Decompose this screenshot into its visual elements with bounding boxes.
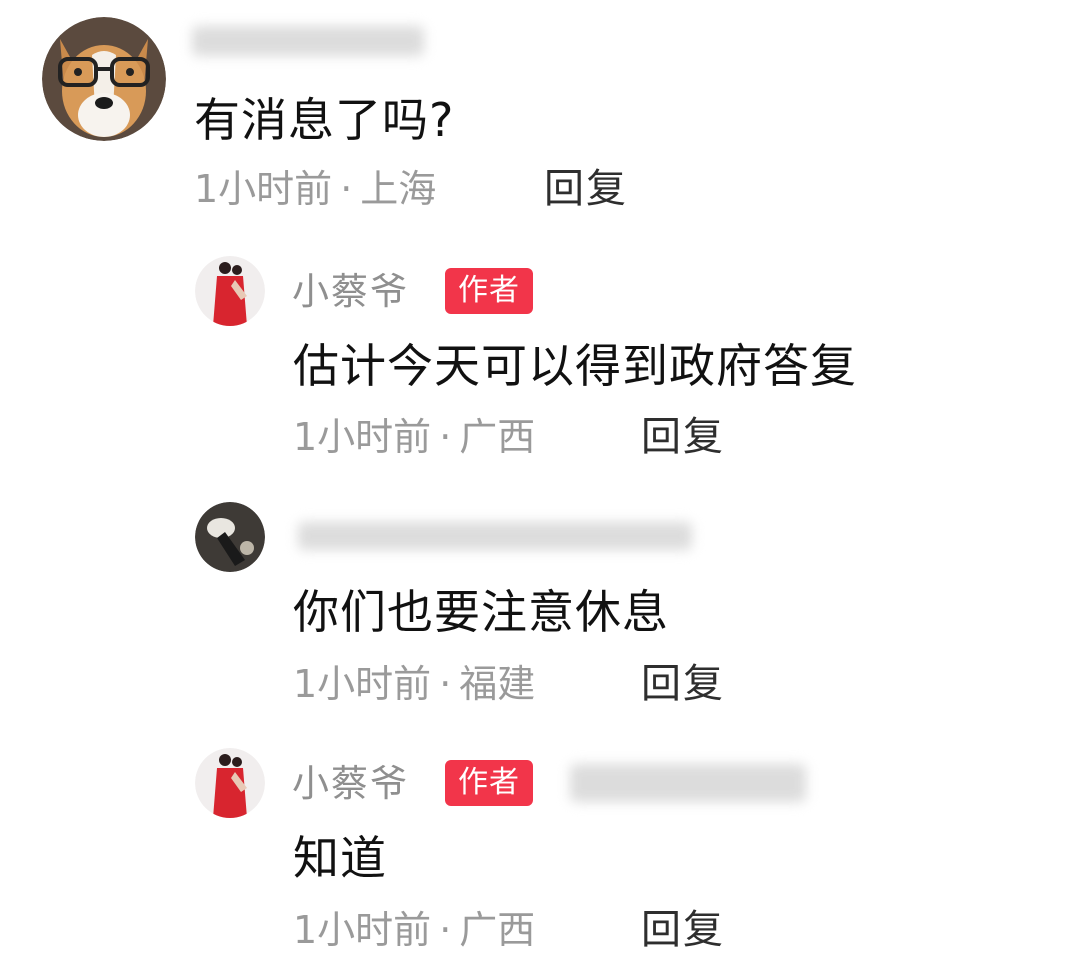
meta-separator: · xyxy=(439,415,452,459)
author-avatar[interactable] xyxy=(195,256,265,326)
reply-button[interactable]: 回复 xyxy=(544,166,628,212)
comment-time: 1小时前 xyxy=(293,908,432,952)
comment-location: 广西 xyxy=(459,415,536,459)
comment-location: 福建 xyxy=(459,662,536,706)
author-badge: 作者 xyxy=(445,760,533,806)
blurred-username xyxy=(192,26,424,56)
meta-separator: · xyxy=(439,908,452,952)
meta-separator: · xyxy=(439,662,452,706)
comment-meta: 1小时前 · 上海 xyxy=(194,166,436,212)
comment-time: 1小时前 xyxy=(194,167,333,211)
reply-button[interactable]: 回复 xyxy=(641,414,725,460)
blurred-text xyxy=(570,764,806,802)
author-avatar[interactable] xyxy=(195,748,265,818)
author-badge: 作者 xyxy=(445,268,533,314)
comment-meta: 1小时前 · 福建 xyxy=(293,661,535,707)
comment-location: 广西 xyxy=(459,908,536,952)
comment-text: 估计今天可以得到政府答复 xyxy=(293,339,857,393)
comment-location: 上海 xyxy=(360,167,437,211)
blurred-username xyxy=(298,522,692,550)
user-avatar[interactable] xyxy=(195,502,265,572)
corgi-avatar[interactable] xyxy=(42,17,166,141)
author-username[interactable]: 小蔡爷 xyxy=(292,762,409,806)
author-username[interactable]: 小蔡爷 xyxy=(292,270,409,314)
comment-time: 1小时前 xyxy=(293,662,432,706)
comment-text: 有消息了吗? xyxy=(194,93,455,147)
comment-time: 1小时前 xyxy=(293,415,432,459)
reply-button[interactable]: 回复 xyxy=(641,661,725,707)
meta-separator: · xyxy=(340,167,353,211)
reply-button[interactable]: 回复 xyxy=(641,907,725,953)
comment-meta: 1小时前 · 广西 xyxy=(293,907,535,953)
comment-thread: 有消息了吗? 1小时前 · 上海 回复 小蔡爷 作者 估计今天可以得到政府答复 1小… xyxy=(0,0,1080,976)
comment-text: 知道 xyxy=(293,831,387,885)
comment-meta: 1小时前 · 广西 xyxy=(293,414,535,460)
comment-text: 你们也要注意休息 xyxy=(293,585,669,639)
